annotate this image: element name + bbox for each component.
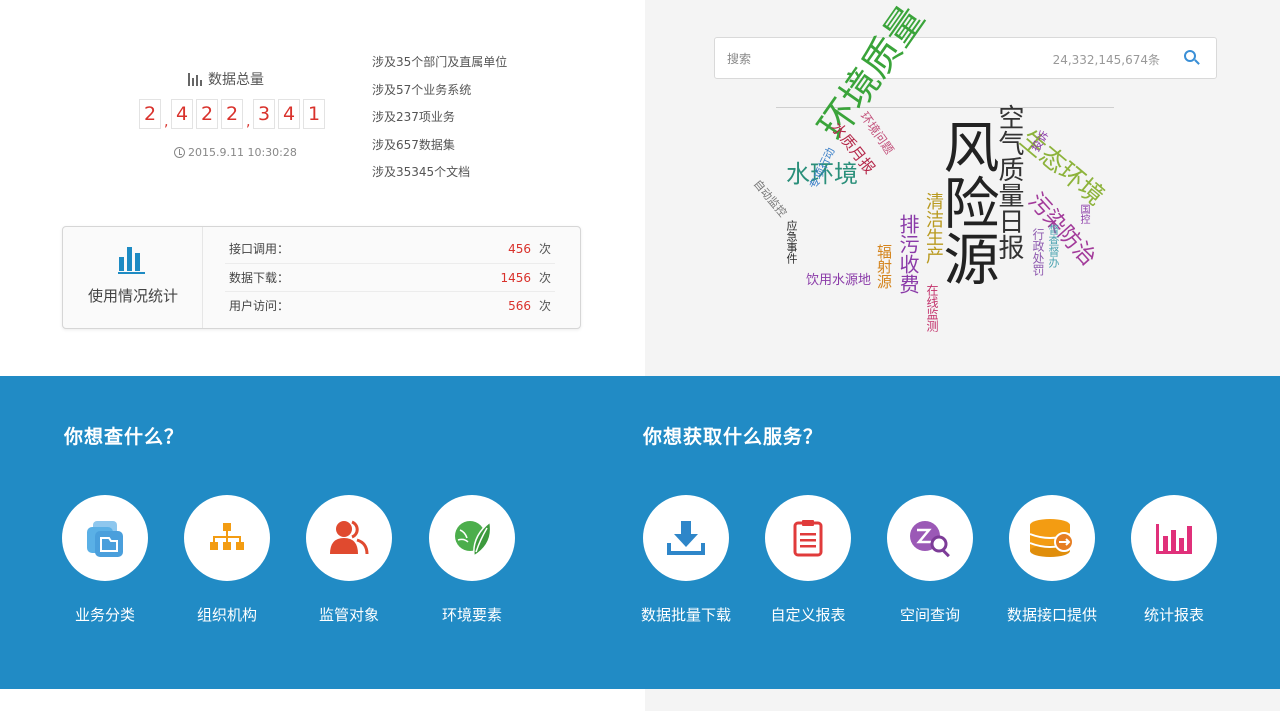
usage-rows: 接口调用： 456 次 数据下载： 1456 次 用户访问： 566 次 [225,235,555,321]
clipboard-icon [765,495,851,581]
timestamp-text: 2015.9.11 10:30:28 [188,146,297,159]
usage-card-header: 使用情况统计 [63,227,203,328]
service-item-label: 数据接口提供 [1006,606,1097,624]
counter-separator: , [246,114,251,130]
bar-chart-icon [1131,495,1217,581]
cloud-keyword[interactable]: 督查督办 [1047,224,1060,268]
database-icon [1009,495,1095,581]
cloud-keyword[interactable]: 国控 [1078,204,1089,224]
search-bar: 24,332,145,674条 [714,37,1217,79]
people-icon [306,495,392,581]
usage-row-unit: 次 [538,270,551,285]
service-section-title: 你想获取什么服务？ [643,426,824,448]
query-item-business-category[interactable]: 业务分类 [44,495,166,625]
data-total-title: 数据总量 [208,72,264,88]
service-item-label: 自定义报表 [770,606,846,624]
usage-stats-card: 使用情况统计 接口调用： 456 次 数据下载： 1456 次 用户访问： 56… [62,226,581,329]
counter-digit: 2 [196,99,218,129]
leaf-icon [429,495,515,581]
query-item-environment-elements[interactable]: 环境要素 [411,495,533,625]
clock-icon [174,147,185,158]
counter-digit: 3 [253,99,275,129]
usage-row-visits: 用户访问： 566 次 [225,292,555,321]
search-icon[interactable] [1184,50,1200,66]
service-item-data-api[interactable]: 数据接口提供 [991,495,1113,625]
usage-row-value: 1456 [500,270,531,285]
query-item-label: 组织机构 [196,606,257,624]
service-item-statistical-report[interactable]: 统计报表 [1113,495,1235,625]
usage-row-unit: 次 [538,242,551,256]
download-icon [643,495,729,581]
query-item-label: 业务分类 [74,606,135,624]
cloud-keyword[interactable]: 空气质量日报 [994,104,1024,260]
spatial-search-icon [887,495,973,581]
usage-row-api: 接口调用： 456 次 [225,235,555,264]
service-item-spatial-query[interactable]: 空间查询 [869,495,991,625]
cloud-keyword[interactable]: 辐射源 [875,244,893,289]
counter-digit: 4 [278,99,300,129]
service-item-custom-report[interactable]: 自定义报表 [747,495,869,625]
service-item-label: 数据批量下载 [640,606,731,624]
cloud-keyword[interactable]: 行政处罚 [1031,228,1045,276]
query-item-label: 监管对象 [318,606,379,624]
counter-digit: 2 [221,99,243,129]
usage-row-download: 数据下载： 1456 次 [225,264,555,292]
coverage-stat-item: 涉及237项业务 [372,110,455,124]
folders-icon [62,495,148,581]
query-item-label: 环境要素 [441,606,502,624]
service-item-label: 统计报表 [1143,606,1204,624]
counter-digit: 1 [303,99,325,129]
usage-row-value: 456 [508,242,531,256]
cloud-keyword[interactable]: 排污收费 [896,214,920,294]
update-timestamp: 2015.9.11 10:30:28 [174,146,297,159]
bar-stats-icon [188,72,202,86]
search-record-count: 24,332,145,674条 [1052,53,1160,67]
coverage-stat-item: 涉及657数据集 [372,137,455,152]
counter-digit: 4 [171,99,193,129]
counter-digit: 2 [139,99,161,129]
cloud-keyword[interactable]: 应急事件 [785,220,798,264]
cloud-keyword[interactable]: 饮用水源地 [806,274,871,287]
coverage-stats-list: 涉及35个部门及直属单位 涉及57个业务系统 涉及237项业务 涉及657数据集… [372,53,507,191]
usage-row-value: 566 [508,299,531,313]
data-total-heading: 数据总量 [188,69,264,89]
footer-strip-right [645,689,1280,711]
service-item-bulk-download[interactable]: 数据批量下载 [625,495,747,625]
query-section-title: 你想查什么？ [64,426,185,448]
counter-separator: , [164,114,169,130]
coverage-stat-item: 涉及35345个文档 [372,165,471,179]
coverage-stat-item: 涉及35个部门及直属单位 [372,55,508,69]
org-chart-icon [184,495,270,581]
usage-row-label: 接口调用： [229,242,290,256]
service-item-label: 空间查询 [899,606,960,624]
query-item-organization[interactable]: 组织机构 [166,495,288,625]
cloud-keyword[interactable]: 清洁生产 [923,192,944,264]
usage-row-label: 用户访问： [229,299,290,313]
usage-chart-icon [118,245,145,274]
usage-row-unit: 次 [538,299,551,313]
coverage-stat-item: 涉及57个业务系统 [372,82,472,97]
data-total-counter: 2 , 4 2 2 , 3 4 1 [139,99,328,129]
usage-title: 使用情况统计 [87,287,178,305]
cloud-keyword[interactable]: 在线监测 [925,284,939,332]
cloud-keyword[interactable]: 风险源 [934,118,999,286]
query-item-supervised-objects[interactable]: 监管对象 [288,495,410,625]
usage-row-label: 数据下载： [229,270,290,285]
